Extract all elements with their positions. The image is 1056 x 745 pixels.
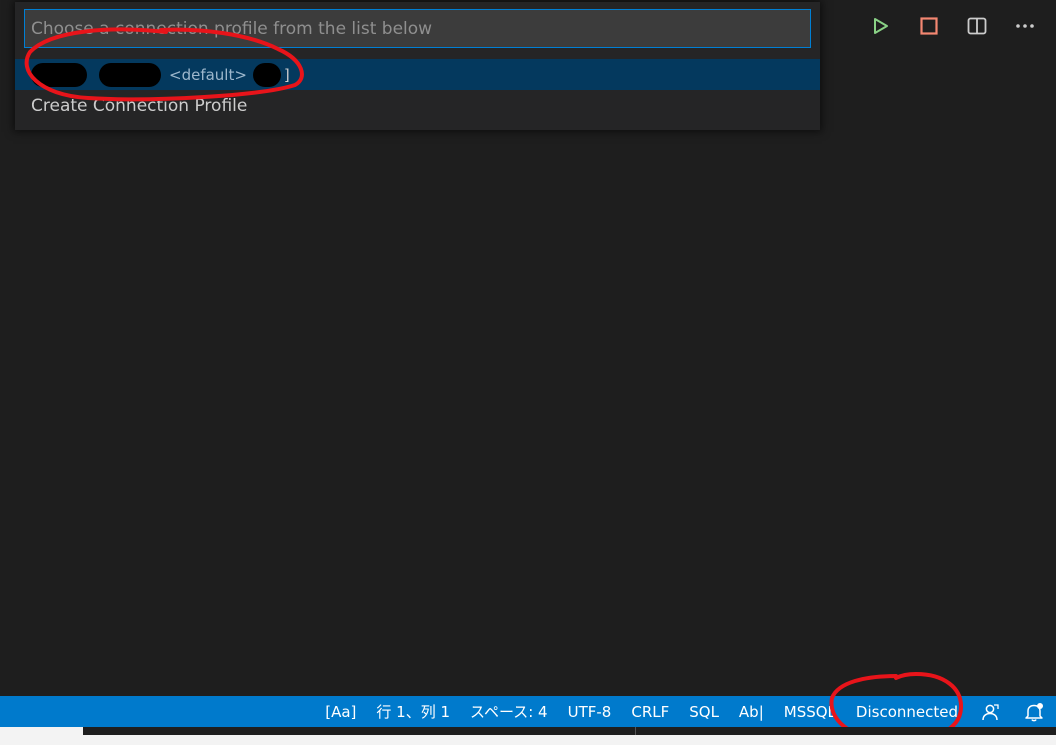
feedback-button[interactable] — [968, 696, 1012, 727]
panel-divider — [635, 727, 636, 735]
language-mode[interactable]: SQL — [679, 696, 729, 727]
redacted-text — [252, 62, 281, 87]
quick-pick-input[interactable] — [25, 10, 810, 47]
encoding[interactable]: UTF-8 — [558, 696, 622, 727]
connection-status[interactable]: Disconnected — [846, 696, 968, 727]
cancel-query-button[interactable] — [910, 12, 948, 40]
feedback-icon — [982, 703, 999, 720]
notifications-icon — [1025, 702, 1043, 721]
panel-edge — [83, 727, 1056, 735]
create-connection-profile-label: Create Connection Profile — [31, 96, 248, 116]
split-editor-button[interactable] — [958, 12, 996, 40]
connection-profile-item[interactable]: <default> ] — [15, 59, 820, 90]
connection-quick-pick: <default> ] Create Connection Profile — [15, 2, 820, 130]
editor-actions — [862, 12, 1044, 40]
run-icon — [874, 18, 888, 34]
spell-check-indicator[interactable]: Ab| — [729, 696, 774, 727]
quick-pick-input-box — [24, 9, 811, 48]
default-label: <default> — [169, 65, 247, 84]
redacted-text — [99, 62, 161, 87]
notifications-button[interactable] — [1012, 696, 1056, 727]
mssql-indicator[interactable]: MSSQL — [774, 696, 846, 727]
match-case-indicator[interactable]: [Aa] — [315, 696, 366, 727]
redacted-text — [31, 62, 87, 87]
taskbar-strip — [0, 727, 1056, 745]
status-bar: [Aa] 行 1、列 1 スペース: 4 UTF-8 CRLF SQL Ab| … — [0, 696, 1056, 727]
stop-icon — [920, 17, 938, 35]
cursor-position[interactable]: 行 1、列 1 — [366, 696, 460, 727]
more-actions-icon — [1016, 24, 1034, 28]
line-ending[interactable]: CRLF — [621, 696, 679, 727]
indentation[interactable]: スペース: 4 — [460, 696, 558, 727]
quick-pick-list: <default> ] Create Connection Profile — [15, 59, 820, 122]
more-actions-button[interactable] — [1006, 12, 1044, 40]
closing-bracket: ] — [283, 65, 290, 84]
create-connection-profile-item[interactable]: Create Connection Profile — [15, 90, 820, 122]
split-editor-icon — [967, 17, 987, 35]
run-query-button[interactable] — [862, 12, 900, 40]
